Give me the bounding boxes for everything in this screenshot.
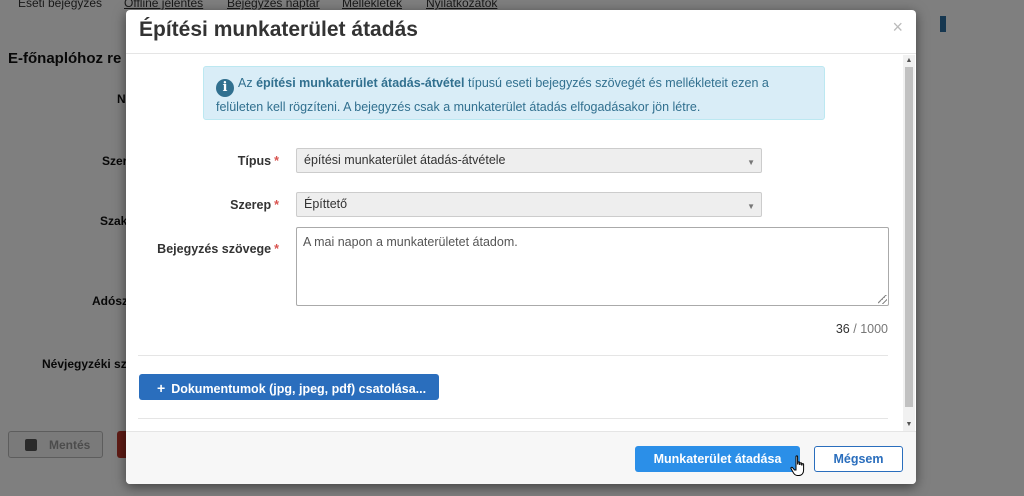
modal-scrollbar[interactable]: ▲ ▼ [903, 55, 915, 431]
info-text-before: Az [238, 76, 257, 90]
type-select-value: építési munkaterület átadás-átvétele [304, 153, 506, 167]
required-marker: * [274, 198, 279, 212]
resize-handle-icon[interactable] [878, 295, 887, 304]
hand-cursor-icon [790, 455, 805, 476]
type-label: Típus * [238, 154, 279, 168]
counter-separator: / [849, 322, 861, 336]
counter-current: 36 [835, 322, 850, 336]
text-label: Bejegyzés szövege * [157, 242, 279, 256]
info-text-bold: építési munkaterület átadás-átvétel [256, 76, 465, 90]
chevron-down-icon: ▼ [747, 158, 755, 167]
modal-dialog: Építési munkaterület átadás × i Az építés… [126, 10, 916, 484]
role-label: Szerep * [230, 198, 279, 212]
text-label-text: Bejegyzés szövege [157, 242, 272, 256]
modal-header: Építési munkaterület átadás × [126, 10, 916, 54]
type-label-text: Típus [237, 154, 272, 168]
handover-submit-button[interactable]: Munkaterület átadása [635, 446, 800, 472]
role-label-text: Szerep [230, 198, 272, 212]
scroll-down-icon[interactable]: ▼ [903, 419, 915, 431]
plus-icon: + [157, 380, 166, 396]
divider [138, 355, 888, 356]
role-select-value: Építtető [304, 197, 348, 211]
entry-text-textarea[interactable]: A mai napon a munkaterületet átadom. [296, 227, 889, 306]
character-counter: 36 / 1000 [836, 322, 888, 336]
divider [138, 418, 888, 419]
close-icon[interactable]: × [892, 17, 903, 38]
modal-body: i Az építési munkaterület átadás-átvétel … [126, 55, 916, 431]
required-marker: * [274, 154, 279, 168]
scroll-thumb[interactable] [905, 67, 913, 407]
attach-documents-button[interactable]: + Dokumentumok (jpg, jpeg, pdf) csatolása… [139, 374, 439, 400]
attach-button-label: Dokumentumok (jpg, jpeg, pdf) csatolása.… [171, 382, 427, 396]
cancel-button[interactable]: Mégsem [814, 446, 903, 472]
info-alert: i Az építési munkaterület átadás-átvétel … [203, 66, 825, 120]
scroll-up-icon[interactable]: ▲ [903, 55, 915, 67]
type-select[interactable]: építési munkaterület átadás-átvétele ▼ [296, 148, 762, 173]
modal-title: Építési munkaterület átadás [139, 18, 418, 41]
counter-max: 1000 [860, 322, 888, 336]
info-icon: i [216, 79, 234, 97]
required-marker: * [274, 242, 279, 256]
role-select[interactable]: Építtető ▼ [296, 192, 762, 217]
chevron-down-icon: ▼ [747, 202, 755, 211]
